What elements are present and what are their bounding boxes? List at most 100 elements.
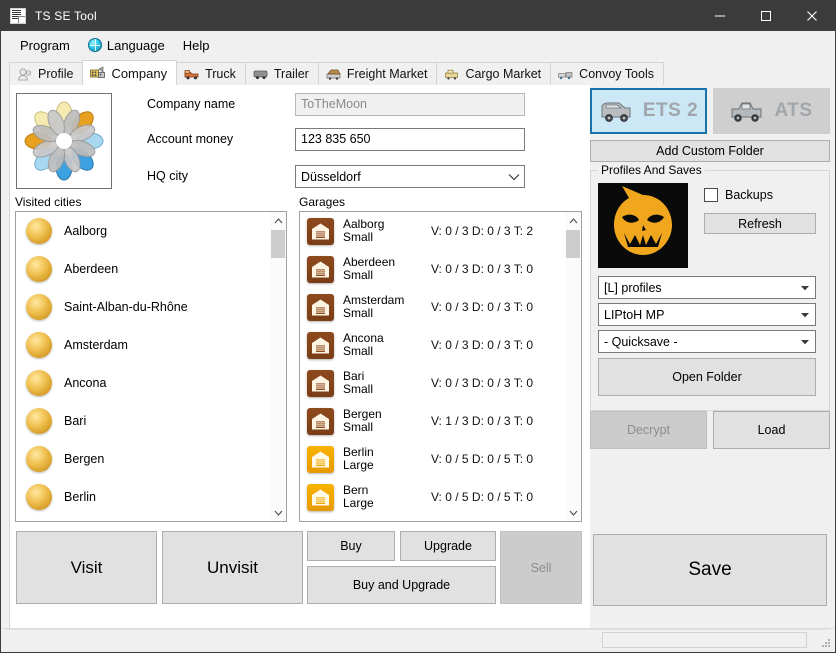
profile-name-combobox[interactable]: LIPtoH MP [598, 303, 816, 326]
garage-small-icon [307, 407, 334, 435]
visit-button[interactable]: Visit [16, 531, 157, 604]
add-custom-folder-button[interactable]: Add Custom Folder [590, 140, 830, 162]
table-row[interactable]: Berlin Large V: 0 / 5 D: 0 / 5 T: 0 [300, 440, 564, 478]
city-name: Aalborg [64, 224, 108, 238]
tab-label: Freight Market [346, 67, 428, 81]
load-button[interactable]: Load [713, 411, 830, 449]
resize-grip-icon[interactable] [819, 637, 831, 649]
account-money-label: Account money [147, 132, 234, 146]
unvisit-button[interactable]: Unvisit [162, 531, 303, 604]
visited-cities-scrollbar[interactable] [269, 212, 286, 521]
scroll-up-icon[interactable] [270, 212, 286, 229]
list-item[interactable]: Saint-Alban-du-Rhône [16, 288, 269, 326]
tab-truck[interactable]: Truck [176, 62, 246, 85]
table-row[interactable]: Bari Small V: 0 / 3 D: 0 / 3 T: 0 [300, 364, 564, 402]
list-item[interactable]: Aalborg [16, 212, 269, 250]
sell-button[interactable]: Sell [500, 531, 582, 604]
table-row[interactable]: Bergen Small V: 1 / 3 D: 0 / 3 T: 0 [300, 402, 564, 440]
tab-label: Profile [38, 67, 74, 81]
table-row[interactable]: Aberdeen Small V: 0 / 3 D: 0 / 3 T: 0 [300, 250, 564, 288]
company-icon [90, 66, 106, 80]
sidebar: ETS 2 ATS Add Custom Folder Profiles And… [590, 85, 831, 650]
garage-stats: V: 0 / 3 D: 0 / 3 T: 0 [431, 262, 534, 276]
table-row[interactable]: Ancona Small V: 0 / 3 D: 0 / 3 T: 0 [300, 326, 564, 364]
chevron-down-icon [797, 334, 813, 350]
menu-item-program[interactable]: Program [11, 35, 79, 56]
backups-checkbox-row[interactable]: Backups [704, 188, 773, 202]
city-name: Saint-Alban-du-Rhône [64, 300, 188, 314]
list-item[interactable]: Aberdeen [16, 250, 269, 288]
garage-stats: V: 0 / 5 D: 0 / 5 T: 0 [431, 490, 534, 504]
refresh-button[interactable]: Refresh [704, 213, 816, 234]
tab-convoy-tools[interactable]: Convoy Tools [550, 62, 664, 85]
tab-cargo-market[interactable]: Cargo Market [436, 62, 552, 85]
application-window: TS SE Tool Program Language Help Profile… [0, 0, 836, 653]
city-dot-icon [26, 332, 52, 358]
trailer-icon [253, 67, 269, 81]
buy-button[interactable]: Buy [307, 531, 395, 561]
garage-text: Bari Small [343, 370, 431, 396]
game-button-ets2[interactable]: ETS 2 [590, 88, 707, 134]
visited-cities-listbox[interactable]: Aalborg Aberdeen Saint-Alban-du-Rhône Am… [15, 211, 287, 522]
company-name-input[interactable]: ToTheMoon [295, 93, 525, 116]
menu-item-language[interactable]: Language [79, 35, 174, 56]
garages-scrollbar[interactable] [564, 212, 581, 521]
company-tab-page: Company name ToTheMoon Account money 123… [9, 85, 591, 650]
city-name: Bergen [64, 452, 105, 466]
tab-trailer[interactable]: Trailer [244, 62, 319, 85]
game-button-label: ATS [774, 100, 813, 121]
city-name: Bari [64, 414, 87, 428]
ats-truck-icon [730, 97, 764, 125]
tab-label: Trailer [273, 67, 309, 81]
app-icon [10, 8, 26, 24]
garages-listbox[interactable]: Aalborg Small V: 0 / 3 D: 0 / 3 T: 2 Abe… [299, 211, 582, 522]
table-row[interactable]: Amsterdam Small V: 0 / 3 D: 0 / 3 T: 0 [300, 288, 564, 326]
game-button-ats[interactable]: ATS [713, 88, 830, 134]
garage-size: Small [343, 382, 374, 396]
scroll-down-icon[interactable] [270, 504, 286, 521]
city-dot-icon [26, 256, 52, 282]
freight-market-icon [326, 67, 342, 81]
upgrade-button[interactable]: Upgrade [400, 531, 496, 561]
menu-item-help[interactable]: Help [174, 35, 219, 56]
list-item[interactable]: Amsterdam [16, 326, 269, 364]
hq-city-combobox[interactable]: Düsseldorf [295, 165, 525, 188]
decrypt-button[interactable]: Decrypt [590, 411, 707, 449]
list-item[interactable]: Ancona [16, 364, 269, 402]
account-money-input[interactable]: 123 835 650 [295, 128, 525, 151]
profile-folder-value: [L] profiles [604, 280, 662, 295]
save-button[interactable]: Save [593, 534, 827, 606]
table-row[interactable] [300, 516, 564, 521]
garage-text: Bern Large [343, 484, 431, 510]
scroll-down-icon[interactable] [565, 504, 581, 521]
tab-profile[interactable]: Profile [9, 62, 84, 85]
open-folder-button[interactable]: Open Folder [598, 358, 816, 396]
scrollbar-thumb[interactable] [566, 230, 580, 258]
scroll-up-icon[interactable] [565, 212, 581, 229]
ets2-truck-icon [599, 97, 633, 125]
minimize-button[interactable] [697, 1, 743, 31]
profile-folder-combobox[interactable]: [L] profiles [598, 276, 816, 299]
profile-icon [17, 67, 33, 81]
scrollbar-thumb[interactable] [271, 230, 285, 258]
save-name-combobox[interactable]: - Quicksave - [598, 330, 816, 353]
table-row[interactable]: Aalborg Small V: 0 / 3 D: 0 / 3 T: 2 [300, 212, 564, 250]
city-dot-icon [26, 484, 52, 510]
company-name-row: Company name [147, 97, 257, 111]
table-row[interactable]: Bern Large V: 0 / 5 D: 0 / 5 T: 0 [300, 478, 564, 516]
city-name: Berlin [64, 490, 96, 504]
list-item[interactable]: Bari [16, 402, 269, 440]
tab-strip: Profile Company Truck Trailer Freight Ma… [1, 60, 835, 85]
hq-city-row: HQ city [147, 169, 257, 183]
list-item[interactable] [16, 516, 269, 521]
buy-and-upgrade-button[interactable]: Buy and Upgrade [307, 566, 496, 604]
tab-freight-market[interactable]: Freight Market [317, 62, 438, 85]
close-button[interactable] [789, 1, 835, 31]
list-item[interactable]: Bergen [16, 440, 269, 478]
tab-company[interactable]: Company [82, 60, 178, 85]
list-item[interactable]: Berlin [16, 478, 269, 516]
maximize-button[interactable] [743, 1, 789, 31]
garage-small-icon [307, 217, 334, 245]
backups-checkbox[interactable] [704, 188, 718, 202]
city-name: Ancona [64, 376, 107, 390]
